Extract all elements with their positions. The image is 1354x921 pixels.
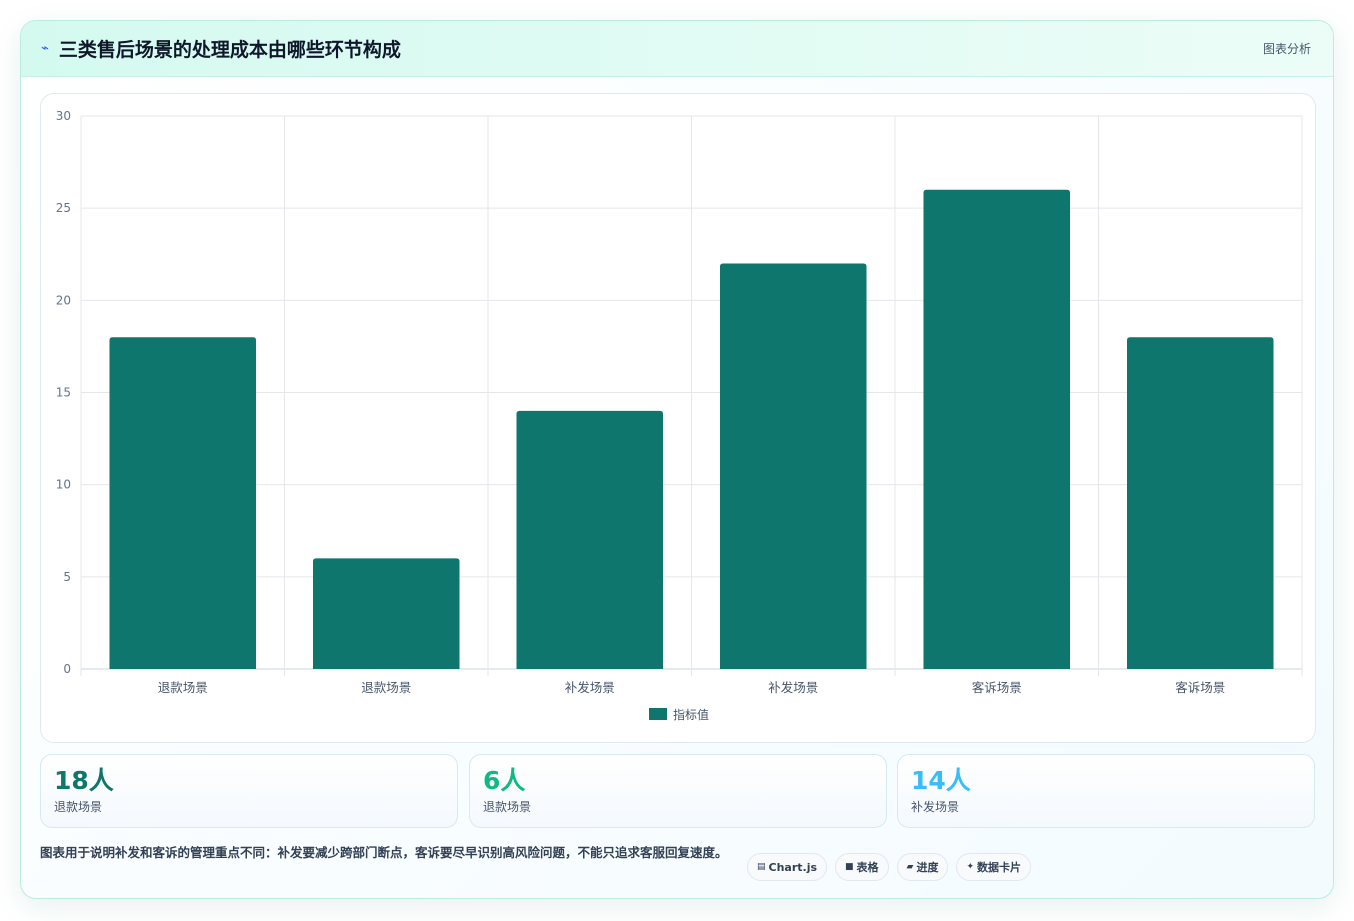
stat-card-2: 6人 退款场景 xyxy=(469,754,887,828)
chart-card: ⌁ 三类售后场景的处理成本由哪些环节构成 图表分析 0 5 10 15 20 25 30 退款… xyxy=(20,20,1334,899)
y-tick-label: 0 xyxy=(63,662,71,676)
bar xyxy=(516,410,664,669)
chart-container: 0 5 10 15 20 25 30 退款场景 退款场景 补发场景 补发场景 客诉场景 客诉场景指标值 xyxy=(40,93,1316,743)
pill-label: 进度 xyxy=(916,861,939,874)
y-tick-label: 15 xyxy=(56,386,71,400)
title-wrap: ⌁ 三类售后场景的处理成本由哪些环节构成 xyxy=(41,35,401,62)
x-tick-label: 客诉场景 xyxy=(1175,680,1225,695)
x-tick-label: 退款场景 xyxy=(361,680,411,695)
chart-spark-icon: ⌁ xyxy=(41,41,49,56)
pill-label: Chart.js xyxy=(768,860,818,874)
chart-icon: ▤ xyxy=(757,862,766,872)
pill-table[interactable]: ■ 表格 xyxy=(835,853,889,881)
pill-label: 数据卡片 xyxy=(977,861,1022,874)
sparkle-icon: ✦ xyxy=(966,862,975,872)
pill-label: 表格 xyxy=(856,861,879,874)
x-tick-label: 补发场景 xyxy=(565,680,615,695)
tech-pills: ▤ Chart.js ■ 表格 ▰ 进度 ✦ 数据卡片 xyxy=(747,853,1032,881)
y-tick-label: 5 xyxy=(63,570,71,584)
stat-value: 6人 xyxy=(483,766,526,795)
pill-progress[interactable]: ▰ 进度 xyxy=(896,853,949,881)
bar xyxy=(109,337,257,669)
page-title: 三类售后场景的处理成本由哪些环节构成 xyxy=(58,39,401,61)
pill-data-card[interactable]: ✦ 数据卡片 xyxy=(956,853,1032,881)
legend-label: 指标值 xyxy=(673,707,709,722)
chart-analysis-tag: 图表分析 xyxy=(1262,42,1311,56)
progress-icon: ▰ xyxy=(906,862,914,872)
table-icon: ■ xyxy=(845,862,854,872)
y-tick-label: 20 xyxy=(56,293,71,307)
y-tick-label: 10 xyxy=(56,478,71,492)
stat-label: 退款场景 xyxy=(54,800,103,814)
bar xyxy=(312,558,460,669)
stat-label: 补发场景 xyxy=(911,800,960,814)
y-tick-label: 25 xyxy=(56,201,71,215)
legend-swatch xyxy=(649,708,667,720)
bar xyxy=(923,189,1071,669)
footer-note: 图表用于说明补发和客诉的管理重点不同：补发要减少跨部门断点，客诉要尽早识别高风险… xyxy=(40,845,728,860)
x-tick-label: 客诉场景 xyxy=(972,680,1022,695)
card-header: ⌁ 三类售后场景的处理成本由哪些环节构成 图表分析 xyxy=(21,21,1333,77)
stat-card-3: 14人 补发场景 xyxy=(897,754,1315,828)
stat-value: 18人 xyxy=(54,766,114,795)
stat-card-1: 18人 退款场景 xyxy=(40,754,458,828)
y-tick-label: 30 xyxy=(56,109,71,123)
bar xyxy=(1126,337,1274,669)
x-tick-label: 补发场景 xyxy=(768,680,818,695)
stat-label: 退款场景 xyxy=(483,800,532,814)
pill-chartjs[interactable]: ▤ Chart.js xyxy=(747,853,828,881)
x-tick-label: 退款场景 xyxy=(158,680,208,695)
bar xyxy=(719,263,867,669)
bar-chart: 0 5 10 15 20 25 30 退款场景 退款场景 补发场景 补发场景 客诉场景 客诉场景指标值 xyxy=(56,109,1303,722)
stat-value: 14人 xyxy=(911,766,971,795)
